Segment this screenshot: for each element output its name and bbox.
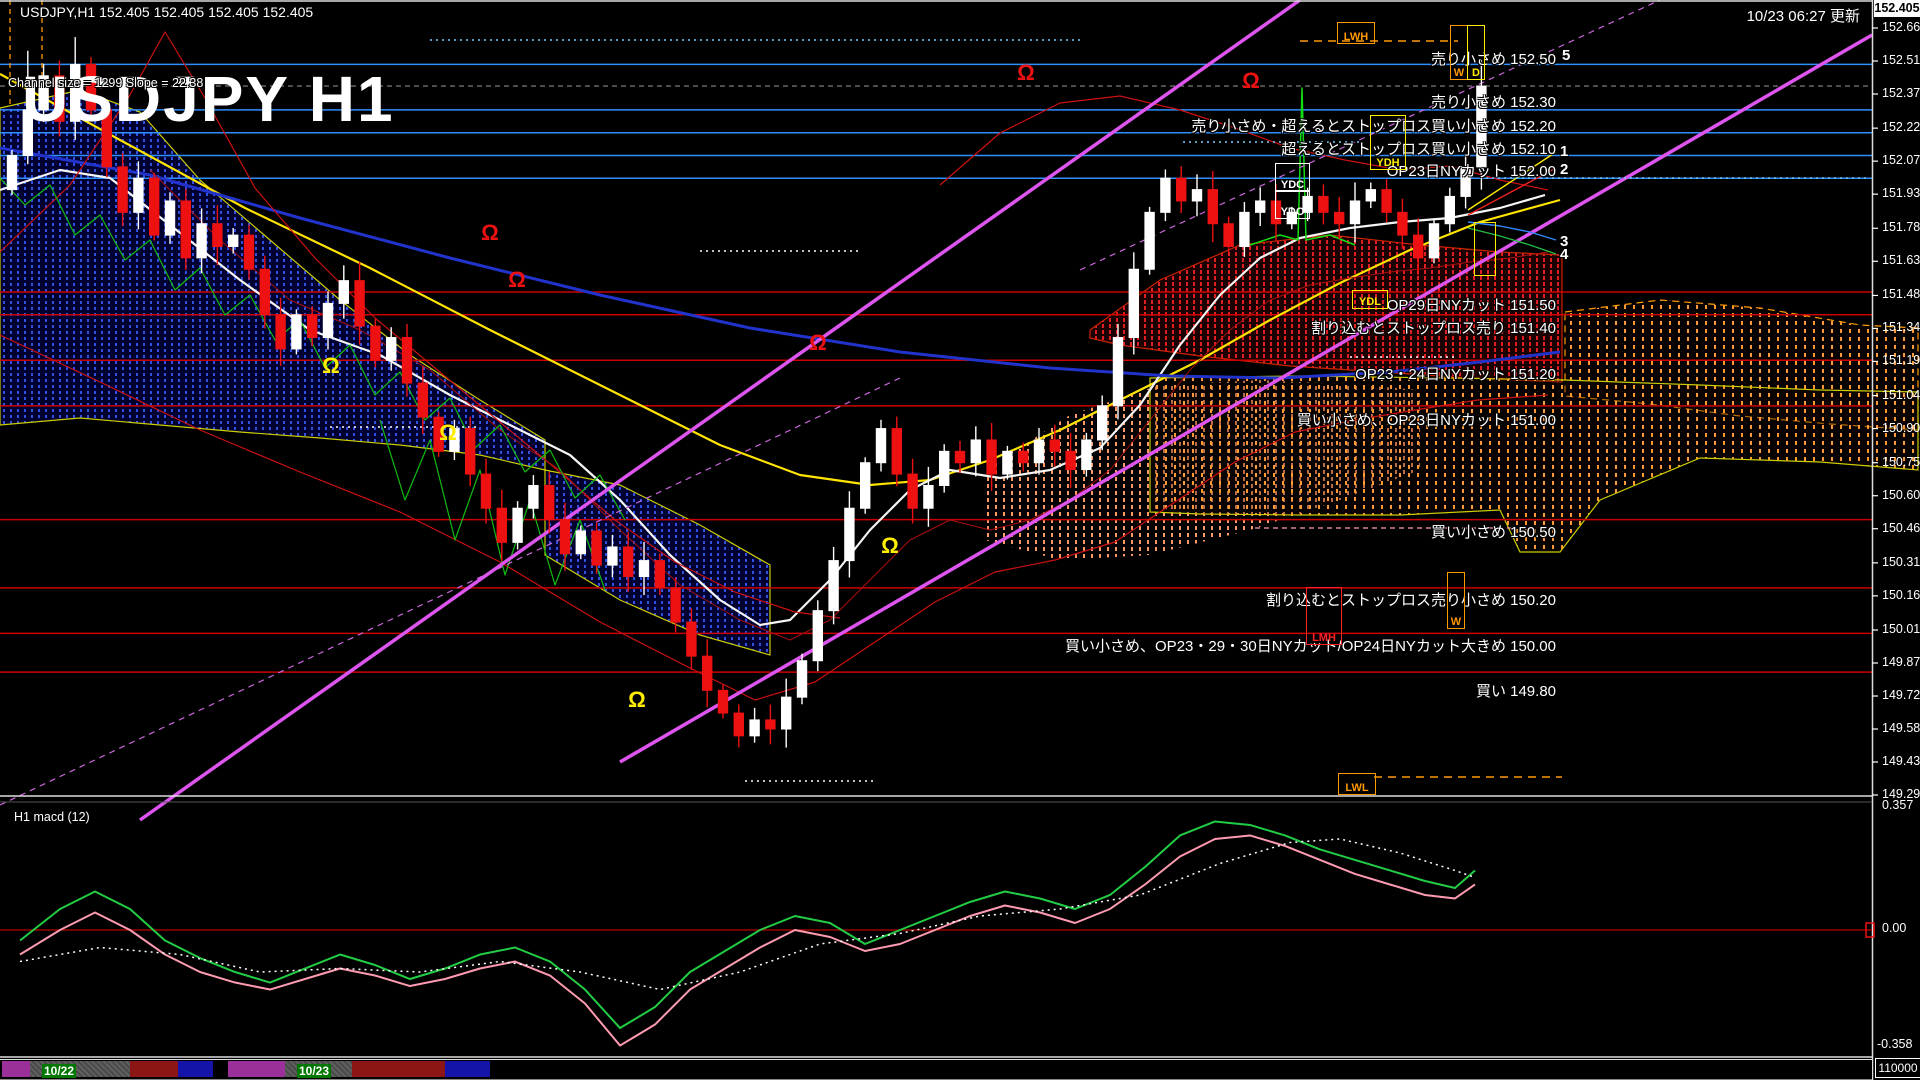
channel-info-label: Channel size = 1299 Slope = 22.38 — [8, 76, 204, 90]
session-segment — [130, 1061, 178, 1077]
level-tag-box — [1474, 222, 1496, 276]
wave-count-label: 2 — [1560, 161, 1569, 178]
level-tag-lwh: LWH — [1337, 22, 1375, 44]
price-annotation: 超えるとストップロス買い小さめ 152.10 — [1281, 141, 1556, 158]
price-axis-label: 152.515 — [1882, 53, 1920, 67]
price-axis-label: 151.340 — [1882, 320, 1920, 335]
session-segment-10-23: 10/23 — [285, 1061, 352, 1078]
price-annotation: 買い小さめ 150.50 — [1430, 524, 1556, 541]
price-annotation: OP23日NYカット 152.00 — [1386, 163, 1556, 180]
volume-label: 110000 — [1875, 1058, 1920, 1078]
macd-lines — [0, 820, 1875, 1047]
price-annotation: OP29日NYカット 151.50 — [1386, 297, 1556, 314]
trading-chart-window: ΩΩΩΩΩΩΩΩΩ USDJPY,H1 152.405 152.405 152.… — [0, 0, 1920, 1080]
svg-text:Ω: Ω — [439, 420, 457, 445]
session-segment — [352, 1061, 445, 1077]
level-tag-d: D — [1467, 25, 1485, 80]
svg-text:Ω: Ω — [628, 687, 646, 712]
level-tag-ydh: YDH — [1370, 115, 1406, 170]
session-segment — [228, 1061, 285, 1077]
wave-count-label: 1 — [1560, 143, 1569, 160]
price-annotation: 売り小さめ 152.30 — [1430, 94, 1556, 111]
price-axis-label: 150.460 — [1882, 520, 1920, 535]
svg-text:Ω: Ω — [881, 533, 899, 558]
session-segment — [445, 1061, 490, 1077]
price-axis-label: 152.220 — [1882, 120, 1920, 135]
price-axis-label: 150.015 — [1882, 622, 1920, 636]
price-axis-label: 151.780 — [1882, 220, 1920, 235]
price-axis-label: 150.605 — [1882, 487, 1920, 502]
macd-indicator-label: H1 macd (12) — [14, 810, 90, 824]
price-axis-label: 151.045 — [1882, 387, 1920, 402]
price-axis-label: 152.370 — [1882, 86, 1920, 100]
price-axis-label: 149.290 — [1882, 787, 1920, 801]
svg-text:Ω: Ω — [508, 267, 526, 292]
panel-separators — [0, 0, 1874, 1080]
update-timestamp: 10/23 06:27 更新 — [1746, 8, 1860, 25]
price-axis-label: 150.900 — [1882, 420, 1920, 435]
svg-text:Ω: Ω — [1242, 68, 1260, 93]
chart-watermark: USDJPY H1 — [22, 63, 395, 135]
symbol-title: USDJPY,H1 152.405 152.405 152.405 152.40… — [20, 4, 314, 20]
price-axis-label: 151.195 — [1882, 353, 1920, 368]
price-axis-label: 152.075 — [1882, 153, 1920, 168]
session-date-strip: 10/22 10/23 — [0, 1059, 1872, 1080]
level-tag-w: W — [1447, 572, 1465, 629]
price-annotation: OP23・24日NYカット 151.20 — [1355, 366, 1556, 383]
wave-count-label: 4 — [1560, 246, 1569, 263]
price-axis-label: 152.660 — [1882, 20, 1920, 34]
price-axis-label: 151.485 — [1882, 287, 1920, 302]
date-label: 10/23 — [297, 1064, 332, 1078]
level-tag-lwl: LWL — [1338, 773, 1376, 795]
level-tag-ydl: YDL — [1352, 290, 1388, 309]
svg-text:Ω: Ω — [481, 220, 499, 245]
price-axis-label: 149.435 — [1882, 754, 1920, 768]
level-tag-ydo: YDO — [1275, 190, 1310, 219]
wave-count-label: 5 — [1562, 47, 1571, 64]
svg-text:Ω: Ω — [1017, 60, 1035, 85]
session-segment-10-22: 10/22 — [30, 1061, 130, 1078]
session-segment — [2, 1061, 30, 1077]
current-price-box: 152.405 — [1874, 0, 1920, 17]
price-axis-label: 150.750 — [1882, 454, 1920, 469]
level-tag-ydc: YDC — [1275, 163, 1310, 192]
price-axis-label: 150.310 — [1882, 554, 1920, 569]
price-annotation: 買い小さめ、OP23日NYカット 151.00 — [1296, 412, 1556, 429]
price-annotation: 買い 149.80 — [1475, 683, 1556, 700]
price-axis-label: 149.580 — [1882, 721, 1920, 735]
macd-zero-label: 0.00 — [1882, 921, 1907, 935]
price-axis-label: 151.930 — [1882, 186, 1920, 201]
level-tag-lmh: LMH — [1306, 587, 1342, 645]
price-axis-label: 151.635 — [1882, 253, 1920, 268]
session-segment — [178, 1061, 213, 1077]
price-annotation: 割り込むとストップロス売り 151.40 — [1310, 320, 1556, 337]
price-axis-label: 149.870 — [1882, 655, 1920, 669]
macd-min-label: -0.358 — [1877, 1037, 1913, 1051]
svg-text:Ω: Ω — [322, 353, 340, 378]
price-axis-label: 149.725 — [1882, 688, 1920, 702]
chart-canvas[interactable]: ΩΩΩΩ ΩΩΩΩΩ — [0, 0, 1920, 1080]
level-tag-w: W — [1450, 25, 1468, 80]
price-axis-label: 150.165 — [1882, 587, 1920, 602]
date-label: 10/22 — [42, 1064, 77, 1078]
svg-text:Ω: Ω — [809, 330, 827, 355]
